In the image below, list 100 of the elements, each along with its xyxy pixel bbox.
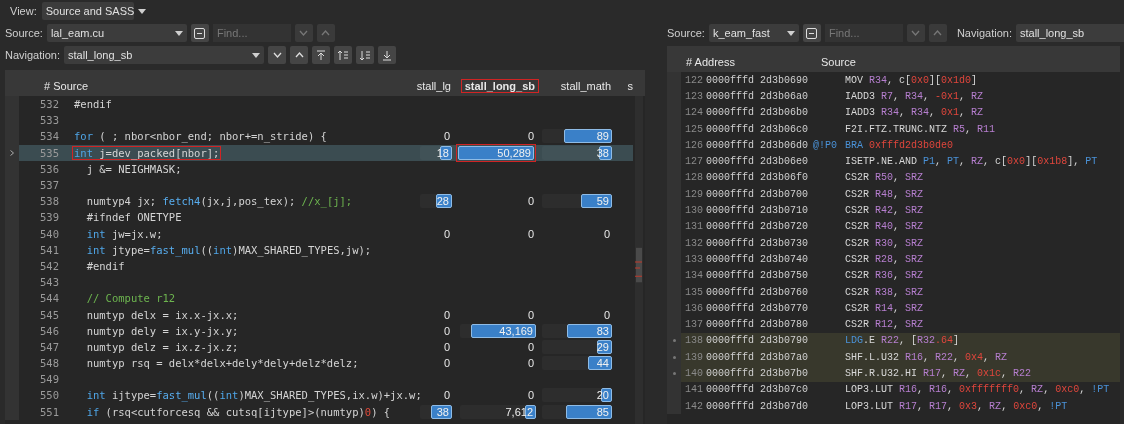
navigation-dropdown[interactable]: stall_long_sb [64,46,265,64]
source-row[interactable]: 549 [5,371,633,388]
metric-value: 83 [596,324,610,337]
metric-value: 0 [527,357,535,370]
sass-row[interactable]: 137 0000fffd 2d3b0780 CS2R R12, SRZ [667,316,1120,333]
metric-value: 0 [603,227,611,240]
instruction: F2I.FTZ.TRUNC.NTZ R5, R11 [845,123,996,135]
instruction: CS2R R50, SRZ [845,172,924,184]
source-row[interactable]: 542 #endif [5,257,633,275]
source-row[interactable]: 541 int jtype=fast_mul((int)MAX_SHARED_TYPES,jw); [5,241,633,258]
first-button[interactable] [312,46,331,64]
source-row[interactable]: 547 numtyp delz = ix.z-jx.z; 0 0 29 [5,338,633,355]
find-field[interactable]: Find... [212,24,291,42]
caret-icon [786,30,795,36]
metric-value: 0 [443,324,451,337]
source-row[interactable]: 545 numtyp delx = ix.x-jx.x; 0 0 0 [5,306,633,323]
metric-value: 0 [443,130,451,143]
sass-row[interactable]: 139 0000fffd 2d3b07a0 SHF.L.U32 R16, R22, 0x4, RZ [667,349,1120,366]
address: 0000fffd 2d3b06f0 [705,172,810,184]
source-row[interactable]: 534 for ( ; nbor<nbor_end; nbor+=n_stride) { 0 0 89 [5,128,633,145]
column-header[interactable]: # Source [7,79,93,93]
source-row[interactable]: 539 #ifndef ONETYPE [5,209,633,226]
sass-row[interactable]: 141 0000fffd 2d3b07c0 LOP3.LUT R16, R16, 0xfffffff0, RZ, 0xc0, !PT [667,381,1120,398]
source-row[interactable]: 536 j &= NEIGHMASK; [5,160,633,177]
source-row[interactable]: 537 [5,176,633,194]
instruction: CS2R R48, SRZ [845,188,924,200]
code-line: j &= NEIGHMASK; [85,161,183,176]
metric-value: 89 [596,130,610,143]
source-row[interactable]: 533 [5,112,633,129]
line-number: 135 [684,286,703,298]
source-dropdown[interactable]: lal_eam.cu [46,24,187,42]
line-number: 134 [684,270,703,282]
sass-row[interactable]: 123 0000fffd 2d3b06a0 IADD3 R7, R34, -0x1, RZ [667,88,1120,105]
column-header[interactable]: stall_math [556,79,615,93]
scrollbar[interactable] [633,96,645,424]
column-header[interactable]: stall_lg [412,79,455,93]
find-field[interactable]: Find... [824,24,903,42]
line-number: 128 [684,172,703,184]
metric-value: 28 [436,195,450,208]
sass-row[interactable]: 131 0000fffd 2d3b0720 CS2R R40, SRZ [667,218,1120,235]
address: 0000fffd 2d3b0740 [705,253,810,265]
line-number: 533 [39,114,59,127]
last-button[interactable] [378,46,397,64]
source-row[interactable]: 546 numtyp dely = ix.y-jx.y; 0 43,169 83 [5,322,633,339]
source-row[interactable]: 538 numtyp4 jx; fetch4(jx,j,pos_tex); //x_[j]; 28 0 59 [5,193,633,210]
chevron-right-icon [10,149,14,156]
sass-row[interactable]: 130 0000fffd 2d3b0710 CS2R R42, SRZ [667,202,1120,219]
sass-row[interactable]: 135 0000fffd 2d3b0760 CS2R R38, SRZ [667,283,1120,301]
metric-value: 0 [527,195,535,208]
caret-icon [252,52,261,58]
next-button[interactable] [268,46,287,64]
line-number: 124 [684,107,703,119]
sass-row[interactable]: 142 0000fffd 2d3b07d0 LOP3.LUT R17, R17, 0x3, RZ, 0xc0, !PT [667,397,1120,415]
previous-button[interactable] [290,46,309,64]
metric-value: 0 [443,227,451,240]
sass-row[interactable]: 140 0000fffd 2d3b07b0 SHF.R.U32.HI R17, RZ, 0x1c, R22 [667,365,1120,382]
code-line: // Compute r12 [85,291,177,306]
source-row[interactable]: 544 // Compute r12 [5,290,633,307]
sass-row[interactable]: 132 0000fffd 2d3b0730 CS2R R30, SRZ [667,234,1120,252]
sass-row[interactable]: 125 0000fffd 2d3b06c0 F2I.FTZ.TRUNC.NTZ R5, R11 [667,120,1120,138]
instruction: SHF.L.U32 R16, R22, 0x4, RZ [845,351,1008,363]
sass-row[interactable]: 127 0000fffd 2d3b06e0 ISETP.NE.AND P1, PT, RZ, c[0x0][0x1b8], PT [667,153,1120,170]
instruction: CS2R R28, SRZ [845,253,924,265]
sort-down-button[interactable] [356,46,375,64]
dot-icon [672,339,676,343]
source-row[interactable]: 532 #endif [5,96,633,113]
caret-icon [174,30,183,36]
source-label: Source: [667,27,705,39]
line-number: 127 [684,156,703,168]
sass-row[interactable]: 124 0000fffd 2d3b06b0 IADD3 R34, R34, 0x1, RZ [667,104,1120,121]
code-line: if (rsq<cutforcesq && cutsq[ijtype]>(numtyp)0) { [85,404,392,419]
sass-row[interactable]: 138 0000fffd 2d3b0790 LDG.E R22, [R32.64] [667,332,1120,350]
instruction: IADD3 R34, R34, 0x1, RZ [845,107,984,119]
source-row[interactable]: 543 [5,274,633,291]
sass-row[interactable]: 128 0000fffd 2d3b06f0 CS2R R50, SRZ [667,169,1120,187]
address: 0000fffd 2d3b06a0 [705,90,810,102]
column-header[interactable]: # Address [669,55,739,69]
sass-row[interactable]: 126 0000fffd 2d3b06d0 @!P0 BRA 0xfffd2d3b0de0 [667,137,1120,154]
line-number: 139 [684,351,703,363]
collapse-button[interactable] [190,24,209,42]
column-header[interactable]: Source [817,55,860,69]
source-row[interactable]: 548 numtyp rsq = delx*delx+dely*dely+delz*delz; 0 0 44 [5,355,633,372]
sass-row[interactable]: 129 0000fffd 2d3b0700 CS2R R48, SRZ [667,186,1120,203]
source-dropdown[interactable]: k_eam_fast [708,24,799,42]
line-number: 540 [39,227,59,240]
column-header[interactable]: stall_long_sb [460,79,539,93]
metric-value: 0 [527,340,535,353]
source-row[interactable]: 540 int jw=jx.w; 0 0 0 [5,225,633,242]
collapse-button[interactable] [802,24,821,42]
sort-up-button[interactable] [334,46,353,64]
sass-row[interactable]: 134 0000fffd 2d3b0750 CS2R R36, SRZ [667,267,1120,284]
line-number: 125 [684,123,703,135]
sass-row[interactable]: 133 0000fffd 2d3b0740 CS2R R28, SRZ [667,251,1120,268]
sass-row[interactable]: 122 0000fffd 2d3b0690 MOV R34, c[0x0][0x1d0] [667,72,1120,89]
sass-row[interactable]: 136 0000fffd 2d3b0770 CS2R R14, SRZ [667,300,1120,317]
navigation-dropdown[interactable]: stall_long_sb [1015,24,1124,42]
column-header[interactable]: s [623,79,637,93]
line-number: 548 [39,357,59,370]
metric-value: 50,289 [497,146,532,159]
code-line: int jtype=fast_mul((int)MAX_SHARED_TYPES,jw); [85,242,373,257]
